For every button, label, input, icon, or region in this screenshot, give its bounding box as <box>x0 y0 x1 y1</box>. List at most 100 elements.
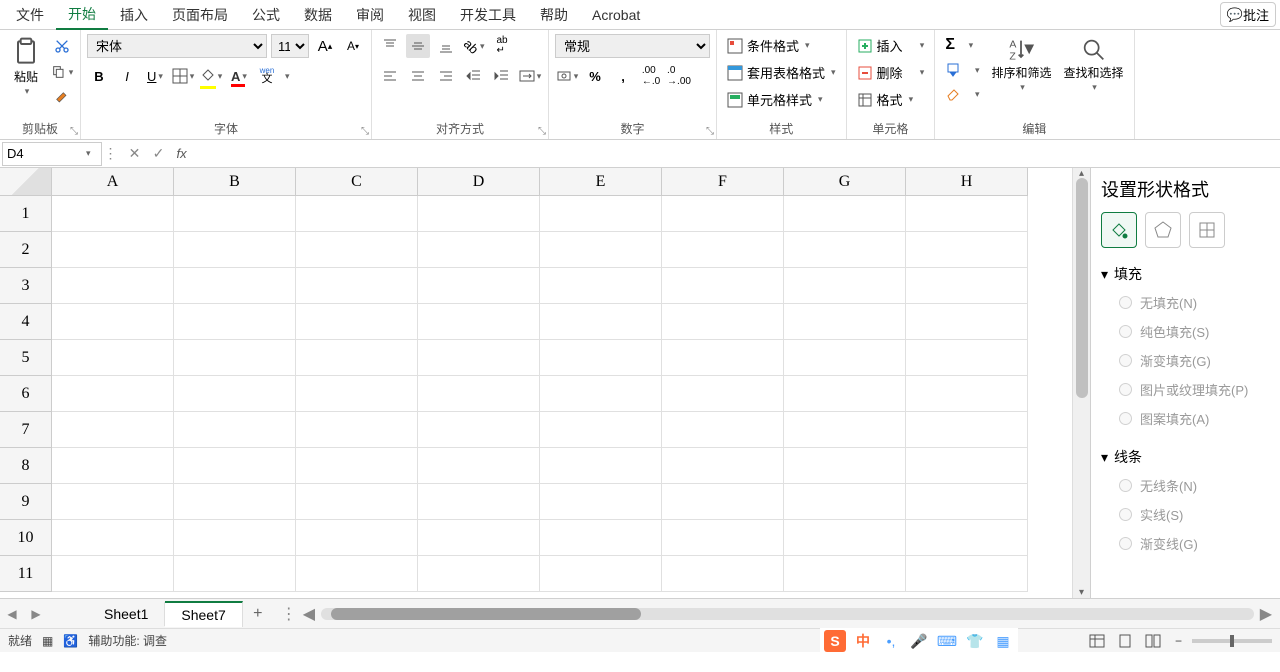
col-header[interactable]: D <box>418 168 540 196</box>
line-option[interactable]: 实线(S) <box>1101 500 1270 529</box>
sum-button[interactable]: Σ ▾ <box>941 34 983 56</box>
increase-decimal-button[interactable]: .00←.0 <box>639 64 663 88</box>
scroll-left-icon[interactable]: ◀ <box>303 604 315 624</box>
alignment-expand-icon[interactable]: ⤡ <box>538 126 546 137</box>
orientation-button[interactable]: ab▾ <box>462 34 486 58</box>
row-header[interactable]: 2 <box>0 232 52 268</box>
currency-button[interactable]: ▾ <box>555 64 579 88</box>
line-option[interactable]: 渐变线(G) <box>1101 529 1270 558</box>
menu-layout[interactable]: 页面布局 <box>160 1 240 29</box>
page-layout-view-button[interactable] <box>1113 631 1137 651</box>
scroll-right-icon[interactable]: ▶ <box>1260 604 1272 624</box>
panel-tab-size[interactable] <box>1189 212 1225 248</box>
row-header[interactable]: 8 <box>0 448 52 484</box>
menu-dev[interactable]: 开发工具 <box>448 1 528 29</box>
paste-button[interactable]: 粘贴 ▾ <box>6 34 46 99</box>
fill-color-button[interactable]: ▾ <box>199 64 223 88</box>
row-header[interactable]: 5 <box>0 340 52 376</box>
menu-insert[interactable]: 插入 <box>108 1 160 29</box>
clear-button[interactable]: ▾ <box>941 84 983 104</box>
page-break-view-button[interactable] <box>1141 631 1165 651</box>
ime-keyboard-icon[interactable]: ⌨ <box>936 630 958 652</box>
col-header[interactable]: B <box>174 168 296 196</box>
menu-review[interactable]: 审阅 <box>344 1 396 29</box>
row-header[interactable]: 11 <box>0 556 52 592</box>
cells-area[interactable] <box>52 196 1028 592</box>
row-header[interactable]: 10 <box>0 520 52 556</box>
format-painter-button[interactable] <box>50 86 74 110</box>
increase-font-button[interactable]: A▴ <box>313 34 337 58</box>
percent-button[interactable]: % <box>583 64 607 88</box>
cancel-formula-button[interactable]: ✕ <box>123 142 147 166</box>
radio-input[interactable] <box>1119 537 1132 550</box>
underline-button[interactable]: U▾ <box>143 64 167 88</box>
sheet-prev-button[interactable]: ◀ <box>0 607 24 621</box>
ime-toolbox-icon[interactable]: ▦ <box>992 630 1014 652</box>
menu-file[interactable]: 文件 <box>4 1 56 29</box>
delete-cells-button[interactable]: 删除 ▾ <box>853 61 929 84</box>
align-center-button[interactable] <box>406 64 430 88</box>
align-middle-button[interactable] <box>406 34 430 58</box>
number-format-select[interactable]: 常规 <box>555 34 710 58</box>
radio-input[interactable] <box>1119 354 1132 367</box>
fill-option[interactable]: 图案填充(A) <box>1101 404 1270 433</box>
cell-style-button[interactable]: 单元格样式▾ <box>723 88 840 111</box>
bold-button[interactable]: B <box>87 64 111 88</box>
panel-tab-effects[interactable] <box>1145 212 1181 248</box>
sheet-next-button[interactable]: ▶ <box>24 607 48 621</box>
col-header[interactable]: A <box>52 168 174 196</box>
col-header[interactable]: F <box>662 168 784 196</box>
select-all-corner[interactable] <box>0 168 52 196</box>
fill-button[interactable]: ▾ <box>941 60 983 80</box>
copy-button[interactable]: ▾ <box>50 60 74 84</box>
sheet-tab[interactable]: Sheet7 <box>165 601 242 627</box>
decrease-indent-button[interactable] <box>462 64 486 88</box>
decrease-decimal-button[interactable]: .0→.00 <box>667 64 691 88</box>
ime-voice-icon[interactable]: 🎤 <box>908 630 930 652</box>
ime-skin-icon[interactable]: 👕 <box>964 630 986 652</box>
vertical-scrollbar[interactable]: ▴ ▾ <box>1072 168 1090 598</box>
vscroll-thumb[interactable] <box>1076 178 1088 398</box>
ime-bar[interactable]: S 中 •, 🎤 ⌨ 👕 ▦ <box>820 628 1018 654</box>
ime-lang-button[interactable]: 中 <box>852 630 874 652</box>
zoom-out-button[interactable]: − <box>1169 634 1188 648</box>
col-header[interactable]: E <box>540 168 662 196</box>
conditional-format-button[interactable]: 条件格式▾ <box>723 34 840 57</box>
menu-acrobat[interactable]: Acrobat <box>580 3 652 27</box>
menu-help[interactable]: 帮助 <box>528 1 580 29</box>
col-header[interactable]: G <box>784 168 906 196</box>
zoom-slider[interactable] <box>1192 639 1272 643</box>
number-expand-icon[interactable]: ⤡ <box>706 126 714 137</box>
hscroll-menu-icon[interactable]: ⋮ <box>281 604 297 624</box>
radio-input[interactable] <box>1119 508 1132 521</box>
radio-input[interactable] <box>1119 325 1132 338</box>
font-name-select[interactable]: 宋体 <box>87 34 267 58</box>
ime-logo-icon[interactable]: S <box>824 630 846 652</box>
hscroll-track[interactable] <box>321 608 1254 620</box>
radio-input[interactable] <box>1119 479 1132 492</box>
wrap-text-button[interactable]: ab↵ <box>490 34 514 58</box>
ruby-button[interactable]: wen文 <box>255 64 279 88</box>
border-button[interactable]: ▾ <box>171 64 195 88</box>
align-left-button[interactable] <box>378 64 402 88</box>
fill-option[interactable]: 纯色填充(S) <box>1101 317 1270 346</box>
fx-icon[interactable]: fx <box>171 146 193 161</box>
sort-filter-button[interactable]: AZ 排序和筛选 ▾ <box>987 34 1055 95</box>
namebox-dropdown-icon[interactable]: ▾ <box>86 148 91 159</box>
col-header[interactable]: C <box>296 168 418 196</box>
comment-button[interactable]: 💬 批注 <box>1220 2 1276 27</box>
add-sheet-button[interactable]: + <box>243 605 273 623</box>
fill-section-toggle[interactable]: ▾填充 <box>1101 260 1270 288</box>
col-header[interactable]: H <box>906 168 1028 196</box>
fill-option[interactable]: 图片或纹理填充(P) <box>1101 375 1270 404</box>
line-option[interactable]: 无线条(N) <box>1101 471 1270 500</box>
panel-tab-fill[interactable] <box>1101 212 1137 248</box>
stats-icon[interactable]: ▦ <box>42 634 53 648</box>
font-color-button[interactable]: A▾ <box>227 64 251 88</box>
ime-punct-icon[interactable]: •, <box>880 630 902 652</box>
merge-button[interactable]: ▾ <box>518 64 542 88</box>
normal-view-button[interactable] <box>1085 631 1109 651</box>
font-expand-icon[interactable]: ⤡ <box>361 126 369 137</box>
row-header[interactable]: 9 <box>0 484 52 520</box>
align-top-button[interactable] <box>378 34 402 58</box>
